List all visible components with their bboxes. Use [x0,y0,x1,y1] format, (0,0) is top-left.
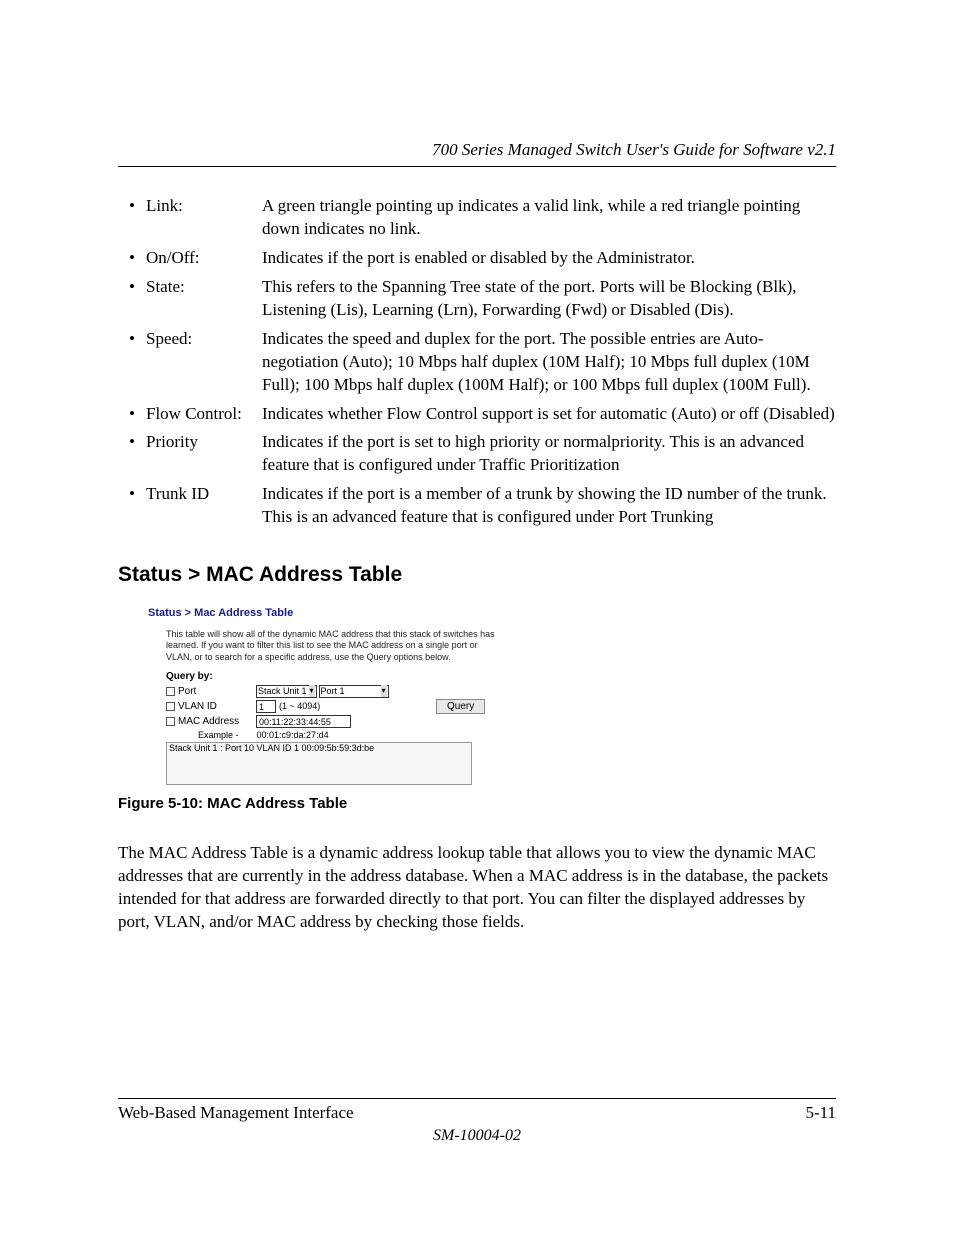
port-select[interactable]: Port 1 ▾ [319,685,389,698]
bullet-icon: • [118,328,146,397]
page-header-title: 700 Series Managed Switch User's Guide f… [118,140,836,167]
query-button[interactable]: Query [436,699,485,714]
page-footer: Web-Based Management Interface 5-11 SM-1… [118,1098,836,1145]
definition-term: Priority [146,431,262,477]
bullet-icon: • [118,431,146,477]
definition-desc: Indicates whether Flow Control support i… [262,403,836,426]
definition-term: Flow Control: [146,403,262,426]
query-row-vlan: VLAN ID 1 (1 ~ 4094) [166,700,638,713]
port-select-value: Port 1 [321,685,345,697]
definition-term: Link: [146,195,262,241]
vlan-id-input[interactable]: 1 [256,700,276,713]
query-row-mac: MAC Address 00:11:22:33:44:55 [166,715,638,728]
vlan-checkbox[interactable] [166,702,175,711]
query-by-label: Query by: [166,671,638,682]
bullet-icon: • [118,483,146,529]
figure-caption: Figure 5-10: MAC Address Table [118,795,836,812]
definition-desc: Indicates the speed and duplex for the p… [262,328,836,397]
stack-unit-select-value: Stack Unit 1 [258,685,307,697]
definition-term: State: [146,276,262,322]
definition-desc: This refers to the Spanning Tree state o… [262,276,836,322]
definition-term: Speed: [146,328,262,397]
example-label: Example - [198,730,254,740]
definition-term: On/Off: [146,247,262,270]
result-row: Stack Unit 1 : Port 10 VLAN ID 1 00:09:5… [169,743,374,753]
definition-list: • Link: A green triangle pointing up ind… [118,195,836,529]
stack-unit-select[interactable]: Stack Unit 1▾ [256,685,317,698]
figure-screenshot: Status > Mac Address Table This table wi… [148,607,638,785]
bullet-icon: • [118,403,146,426]
port-label: Port [178,686,196,697]
mac-address-input[interactable]: 00:11:22:33:44:55 [256,715,351,728]
definition-term: Trunk ID [146,483,262,529]
definition-item: • Flow Control: Indicates whether Flow C… [118,403,836,426]
results-listbox[interactable]: Stack Unit 1 : Port 10 VLAN ID 1 00:09:5… [166,742,472,785]
definition-item: • Trunk ID Indicates if the port is a me… [118,483,836,529]
definition-item: • On/Off: Indicates if the port is enabl… [118,247,836,270]
section-heading: Status > MAC Address Table [118,563,836,587]
query-row-port: Port Stack Unit 1▾ Port 1▾ [166,685,638,698]
definition-desc: Indicates if the port is enabled or disa… [262,247,836,270]
dropdown-arrow-icon: ▾ [309,685,315,697]
definition-item: • Priority Indicates if the port is set … [118,431,836,477]
example-value: 00:01:c9:da:27:d4 [257,730,329,740]
footer-section-name: Web-Based Management Interface [118,1103,354,1123]
vlan-range-label: (1 ~ 4094) [279,701,320,711]
footer-doc-id: SM-10004-02 [118,1127,836,1145]
body-paragraph: The MAC Address Table is a dynamic addre… [118,842,836,934]
figure-title: Status > Mac Address Table [148,607,638,619]
definition-desc: A green triangle pointing up indicates a… [262,195,836,241]
definition-desc: Indicates if the port is set to high pri… [262,431,836,477]
vlan-label: VLAN ID [178,701,217,712]
example-row: Example - 00:01:c9:da:27:d4 [198,730,638,740]
bullet-icon: • [118,247,146,270]
footer-page-number: 5-11 [805,1103,836,1123]
definition-item: • Link: A green triangle pointing up ind… [118,195,836,241]
definition-item: • State: This refers to the Spanning Tre… [118,276,836,322]
definition-desc: Indicates if the port is a member of a t… [262,483,836,529]
figure-instructions: This table will show all of the dynamic … [166,629,506,663]
query-panel: Query by: Port Stack Unit 1▾ Port 1▾ VLA… [166,671,638,785]
port-checkbox[interactable] [166,687,175,696]
mac-checkbox[interactable] [166,717,175,726]
mac-label: MAC Address [178,716,239,727]
dropdown-arrow-icon: ▾ [381,685,387,697]
bullet-icon: • [118,276,146,322]
bullet-icon: • [118,195,146,241]
definition-item: • Speed: Indicates the speed and duplex … [118,328,836,397]
